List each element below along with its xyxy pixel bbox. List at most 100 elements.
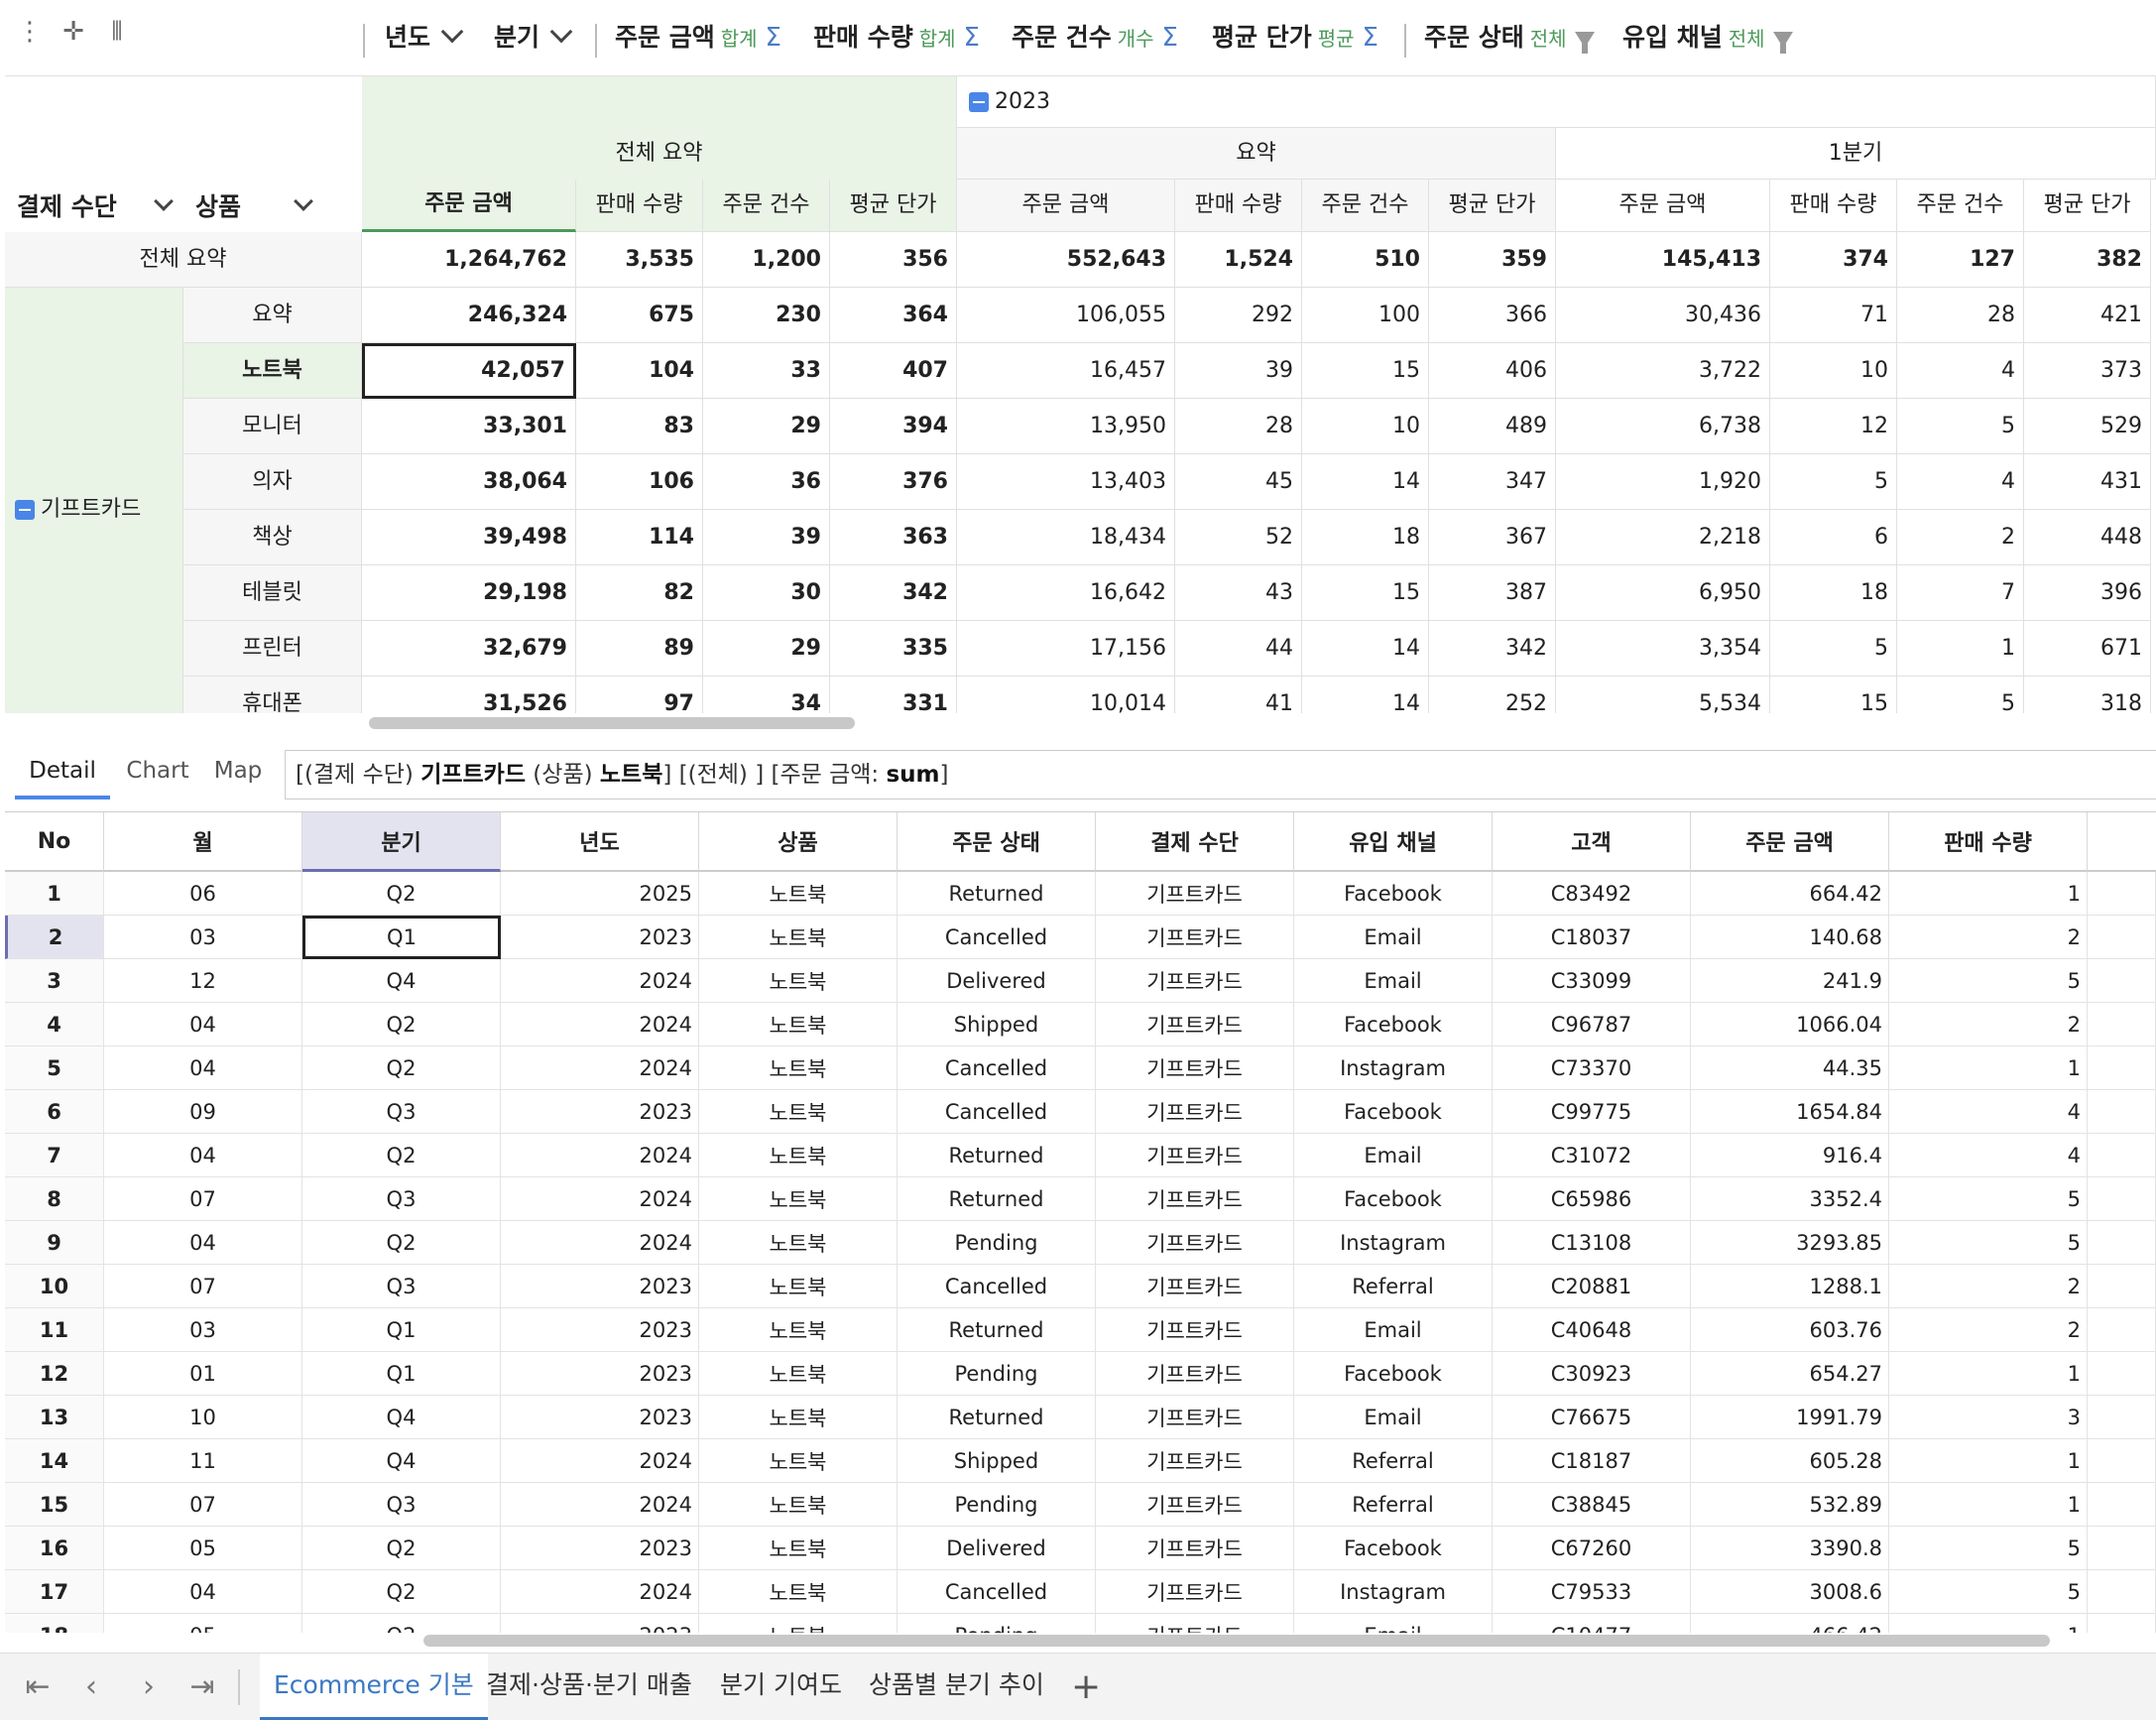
sheet-tab-quarter-contribution[interactable]: 분기 기여도 — [706, 1654, 856, 1720]
grid-cell[interactable]: 2 — [1889, 1003, 2088, 1046]
filter-icon[interactable] — [1574, 32, 1595, 54]
measure-header[interactable]: 판매 수량 — [1175, 180, 1302, 232]
grid-cell[interactable]: 기프트카드 — [1096, 1221, 1294, 1265]
pivot-cell[interactable]: 6,738 — [1556, 399, 1770, 454]
pivot-row-label[interactable]: 요약 — [183, 288, 362, 343]
grid-cell[interactable]: 2023 — [501, 1352, 699, 1396]
sheet-tab-ecommerce[interactable]: Ecommerce 기본 — [260, 1654, 488, 1720]
grid-cell[interactable] — [2088, 1483, 2156, 1527]
row-field-product[interactable]: 상품 — [195, 180, 362, 231]
grid-cell[interactable]: Instagram — [1294, 1570, 1493, 1614]
grid-cell[interactable]: C18187 — [1493, 1439, 1691, 1483]
grid-cell[interactable]: Q4 — [302, 1396, 501, 1439]
pivot-cell[interactable]: 15 — [1770, 676, 1897, 713]
grid-cell[interactable]: Q4 — [302, 1439, 501, 1483]
grid-cell[interactable] — [2088, 1439, 2156, 1483]
grid-cell[interactable]: Shipped — [898, 1439, 1096, 1483]
sigma-icon[interactable]: Σ — [1363, 23, 1378, 53]
grid-cell[interactable]: 노트북 — [699, 1352, 898, 1396]
columns-icon[interactable]: ⦀ — [103, 14, 131, 50]
pivot-cell[interactable]: 318 — [2024, 676, 2151, 713]
pivot-cell[interactable]: 342 — [830, 565, 957, 621]
grid-cell[interactable]: 532.89 — [1691, 1483, 1889, 1527]
grid-column-header[interactable]: 분기 — [302, 812, 501, 872]
toolbar-field[interactable]: 분기 — [494, 18, 573, 58]
pivot-row-label[interactable]: 노트북 — [183, 343, 362, 399]
pivot-cell[interactable]: 41 — [1175, 676, 1302, 713]
pivot-cell[interactable]: 97 — [576, 676, 703, 713]
grid-cell[interactable]: 140.68 — [1691, 916, 1889, 959]
grid-cell[interactable]: Returned — [898, 1134, 1096, 1177]
grid-cell[interactable]: Facebook — [1294, 872, 1493, 916]
grid-cell[interactable]: C13108 — [1493, 1221, 1691, 1265]
pivot-cell[interactable]: 32,679 — [362, 621, 576, 676]
grid-cell[interactable]: 466.42 — [1691, 1614, 1889, 1633]
pivot-cell[interactable]: 376 — [830, 454, 957, 510]
grid-cell[interactable]: 기프트카드 — [1096, 872, 1294, 916]
pivot-cell[interactable]: 4 — [1897, 343, 2024, 399]
grid-cell[interactable]: Returned — [898, 1177, 1096, 1221]
grid-cell[interactable]: 1 — [1889, 1614, 2088, 1633]
pivot-cell[interactable]: 33 — [703, 343, 830, 399]
grid-cell[interactable]: Pending — [898, 1614, 1096, 1633]
grid-cell[interactable]: 2024 — [501, 1570, 699, 1614]
grid-cell[interactable]: 1 — [1889, 1483, 2088, 1527]
grid-cell[interactable]: 4 — [1889, 1090, 2088, 1134]
grid-cell[interactable]: 노트북 — [699, 1090, 898, 1134]
grid-cell[interactable]: 기프트카드 — [1096, 1483, 1294, 1527]
grid-cell[interactable]: Delivered — [898, 1527, 1096, 1570]
measure-header[interactable]: 주문 금액 — [362, 180, 576, 232]
grid-cell[interactable]: 3 — [1889, 1396, 2088, 1439]
grid-cell[interactable]: C73370 — [1493, 1046, 1691, 1090]
pivot-cell[interactable]: 5 — [1897, 399, 2024, 454]
pivot-cell[interactable]: 1,920 — [1556, 454, 1770, 510]
pivot-cell[interactable]: 364 — [830, 288, 957, 343]
grid-cell[interactable]: 09 — [104, 1090, 302, 1134]
measure-header[interactable]: 판매 수량 — [576, 180, 703, 232]
sigma-icon[interactable]: Σ — [1162, 23, 1178, 53]
grid-cell[interactable]: 2024 — [501, 1134, 699, 1177]
pivot-cell[interactable]: 36 — [703, 454, 830, 510]
sheet-tab-payment-sales[interactable]: 결제·상품·분기 매출 — [472, 1654, 706, 1720]
grid-cell[interactable] — [2088, 1265, 2156, 1308]
grid-cell[interactable]: Q2 — [302, 1046, 501, 1090]
grid-cell[interactable]: 노트북 — [699, 1614, 898, 1633]
grid-cell[interactable]: 04 — [104, 1570, 302, 1614]
grid-cell[interactable]: 06 — [104, 872, 302, 916]
grid-cell[interactable]: 07 — [104, 1483, 302, 1527]
grid-cell[interactable]: C65986 — [1493, 1177, 1691, 1221]
grid-cell[interactable]: Cancelled — [898, 1265, 1096, 1308]
grid-cell[interactable]: 노트북 — [699, 916, 898, 959]
pivot-cell[interactable]: 335 — [830, 621, 957, 676]
grid-cell[interactable]: Email — [1294, 1308, 1493, 1352]
measure-header[interactable]: 평균 단가 — [830, 180, 957, 232]
grid-column-header[interactable]: 월 — [104, 812, 302, 872]
grid-cell[interactable] — [2088, 1177, 2156, 1221]
measure-header[interactable]: 주문 금액 — [957, 180, 1175, 232]
grid-cell[interactable] — [2088, 916, 2156, 959]
grid-cell[interactable]: 기프트카드 — [1096, 1090, 1294, 1134]
pivot-cell[interactable]: 29 — [703, 399, 830, 454]
grid-cell[interactable]: 603.76 — [1691, 1308, 1889, 1352]
grid-cell[interactable]: C76675 — [1493, 1396, 1691, 1439]
grid-cell[interactable]: 07 — [104, 1265, 302, 1308]
grid-column-header[interactable]: 고객 — [1493, 812, 1691, 872]
grid-cell[interactable]: 노트북 — [699, 1396, 898, 1439]
grid-cell[interactable]: Email — [1294, 916, 1493, 959]
grid-cell[interactable]: 3390.8 — [1691, 1527, 1889, 1570]
pivot-cell[interactable]: 106 — [576, 454, 703, 510]
grid-cell[interactable]: Q4 — [302, 959, 501, 1003]
pivot-cell[interactable]: 387 — [1429, 565, 1556, 621]
grid-cell[interactable]: Q2 — [302, 1221, 501, 1265]
grid-cell[interactable]: 1 — [1889, 1439, 2088, 1483]
grid-column-header[interactable]: 판매 수량 — [1889, 812, 2088, 872]
grid-cell[interactable]: 노트북 — [699, 1527, 898, 1570]
grid-column-header[interactable]: 상품 — [699, 812, 898, 872]
pivot-cell[interactable]: 3,354 — [1556, 621, 1770, 676]
next-sheet-icon[interactable]: › — [131, 1667, 167, 1707]
grid-cell[interactable]: Q2 — [302, 1003, 501, 1046]
grid-cell[interactable]: Email — [1294, 1614, 1493, 1633]
tab-detail[interactable]: Detail — [15, 742, 110, 799]
pivot-cell[interactable]: 52 — [1175, 510, 1302, 565]
pivot-cell[interactable]: 2,218 — [1556, 510, 1770, 565]
